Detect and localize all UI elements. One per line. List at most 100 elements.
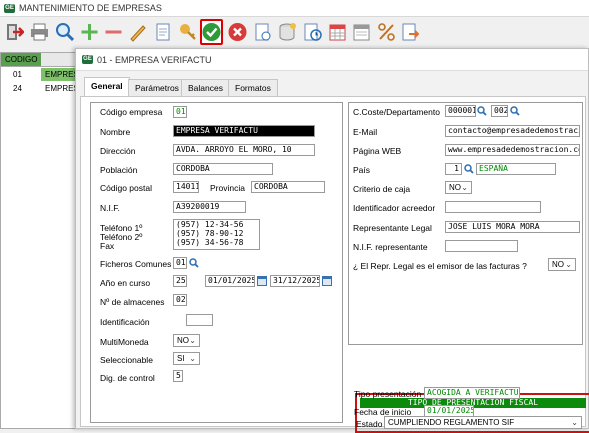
calendar-grid-icon: [329, 24, 346, 41]
add-button[interactable]: [78, 19, 101, 45]
codigo-label: Código empresa: [100, 107, 163, 117]
remove-button[interactable]: [102, 19, 125, 45]
grid-cell-name: EMPRES: [45, 70, 79, 79]
caja-label: Criterio de caja: [353, 184, 411, 194]
app-titlebar: GE MANTENIMIENTO DE EMPRESAS: [0, 0, 589, 17]
search-button[interactable]: [53, 19, 76, 45]
grid-header-codigo[interactable]: CODIGO: [5, 55, 37, 64]
chevron-down-icon: ⌄: [189, 354, 196, 363]
ficheros-field[interactable]: 01: [173, 257, 187, 269]
chart-icon: [304, 23, 322, 41]
tab-formatos[interactable]: Formatos: [228, 79, 278, 96]
codigo-field[interactable]: 01: [173, 106, 187, 118]
fecha-inicio-calendar-icon[interactable]: [257, 276, 267, 286]
multimoneda-value: NO: [177, 336, 189, 345]
pais-label: País: [353, 165, 371, 175]
percent-button[interactable]: [375, 19, 398, 45]
estado-select[interactable]: CUMPLIENDO REGLAMENTO SIF ⌄: [384, 416, 582, 429]
email-label: E-Mail: [353, 127, 378, 137]
exit-button[interactable]: [3, 19, 26, 45]
pais-code-field[interactable]: 1: [445, 163, 462, 175]
almacenes-field[interactable]: 02: [173, 294, 187, 306]
calendar-button[interactable]: [350, 19, 373, 45]
grid-cell-code: 24: [13, 84, 22, 93]
departamento-field[interactable]: 002: [491, 105, 508, 117]
seleccionable-select[interactable]: SI ⌄: [173, 352, 200, 365]
fecha-inicio-label: Fecha de inicio: [354, 407, 412, 417]
acreedor-field[interactable]: [445, 201, 541, 213]
departamento-search-icon[interactable]: [510, 106, 520, 116]
database-button[interactable]: [276, 19, 299, 45]
chevron-down-icon: ⌄: [461, 183, 468, 192]
accept-button[interactable]: [200, 19, 223, 45]
ccoste-field[interactable]: 000001: [445, 105, 476, 117]
pais-search-icon[interactable]: [464, 164, 474, 174]
dialog-titlebar: GE 01 - EMPRESA VERIFACTU: [76, 49, 588, 71]
tel2-value: (957) 78-90-12: [176, 229, 244, 238]
ccoste-label: C.Coste/Departamento: [353, 107, 440, 117]
nombre-label: Nombre: [100, 127, 131, 137]
poblacion-field[interactable]: CORDOBA: [173, 163, 273, 175]
digcontrol-field[interactable]: 5: [173, 370, 183, 382]
fax-value: (957) 34-56-78: [176, 238, 244, 247]
digcontrol-label: Dig. de control: [100, 373, 155, 383]
multimoneda-label: MultiMoneda: [100, 337, 149, 347]
tab-balances[interactable]: Balances: [181, 79, 230, 96]
add-icon: [81, 24, 98, 40]
chevron-down-icon: ⌄: [565, 260, 572, 269]
provincia-field[interactable]: CORDOBA: [251, 181, 325, 193]
chevron-down-icon: ⌄: [571, 418, 578, 427]
table-row[interactable]: 01 EMPRES: [1, 68, 81, 81]
calendar-grid-button[interactable]: [326, 19, 349, 45]
view-button[interactable]: [151, 19, 174, 45]
almacenes-label: Nº de almacenes: [100, 297, 165, 307]
nifrepr-field[interactable]: [445, 240, 518, 252]
emisor-select[interactable]: NO ⌄: [548, 258, 576, 271]
key-icon: [180, 24, 196, 40]
acreedor-label: Identificador acreedor: [353, 203, 436, 213]
fecha-inicio-field[interactable]: 01/01/2025: [205, 275, 255, 287]
email-field[interactable]: contacto@empresadedemostraci: [445, 125, 580, 137]
ficheros-search-icon[interactable]: [189, 258, 199, 268]
fecha-fin-calendar-icon[interactable]: [322, 276, 332, 286]
export-button[interactable]: [399, 19, 422, 45]
anio-field[interactable]: 25: [173, 275, 187, 287]
nif-field[interactable]: A39200019: [173, 201, 246, 213]
nifrepr-label: N.I.F. representante: [353, 242, 428, 252]
grid-cell-name: EMPRES: [45, 84, 79, 93]
multimoneda-select[interactable]: NO ⌄: [173, 334, 200, 347]
estado-value: CUMPLIENDO REGLAMENTO SIF: [388, 418, 515, 427]
print-button[interactable]: [28, 19, 51, 45]
email-button[interactable]: [251, 19, 274, 45]
tab-parametros[interactable]: Parámetros: [128, 79, 186, 96]
table-row[interactable]: 24 EMPRES: [1, 82, 81, 95]
toolbar: [0, 17, 589, 48]
fecha-fin-field[interactable]: 31/12/2025: [270, 275, 320, 287]
identificacion-field[interactable]: [186, 314, 213, 326]
cp-field[interactable]: 14011: [173, 181, 199, 193]
caja-select[interactable]: NO ⌄: [445, 181, 472, 194]
nombre-field[interactable]: EMPRESA VERIFACTU: [173, 125, 315, 137]
caja-value: NO: [449, 183, 461, 192]
pais-name-field: ESPAÑA: [476, 163, 556, 175]
app-title: MANTENIMIENTO DE EMPRESAS: [19, 3, 162, 13]
repr-field[interactable]: JOSE LUIS MORA MORA: [445, 221, 580, 233]
cancel-button[interactable]: [226, 19, 249, 45]
fecha-inicio-sif-field: 01/01/2025: [424, 405, 474, 417]
tipo-presentacion-label: Tipo presentación: [354, 389, 422, 399]
estado-label: Estado: [356, 419, 383, 429]
tab-general[interactable]: General: [84, 77, 130, 96]
tel1-value: (957) 12-34-56: [176, 220, 244, 229]
web-field[interactable]: www.empresadedemostracion.co: [445, 144, 580, 156]
document-icon: [156, 23, 170, 41]
key-button[interactable]: [176, 19, 199, 45]
direccion-field[interactable]: AVDA. ARROYO EL MORO, 10: [173, 144, 315, 156]
web-label: Página WEB: [353, 146, 402, 156]
edit-button[interactable]: [126, 19, 149, 45]
chart-button[interactable]: [301, 19, 324, 45]
seleccionable-value: SI: [177, 354, 185, 363]
print-icon: [31, 23, 48, 41]
app-logo-icon: GE: [4, 4, 15, 13]
ccoste-search-icon[interactable]: [477, 106, 487, 116]
exit-door-icon: [7, 24, 24, 40]
